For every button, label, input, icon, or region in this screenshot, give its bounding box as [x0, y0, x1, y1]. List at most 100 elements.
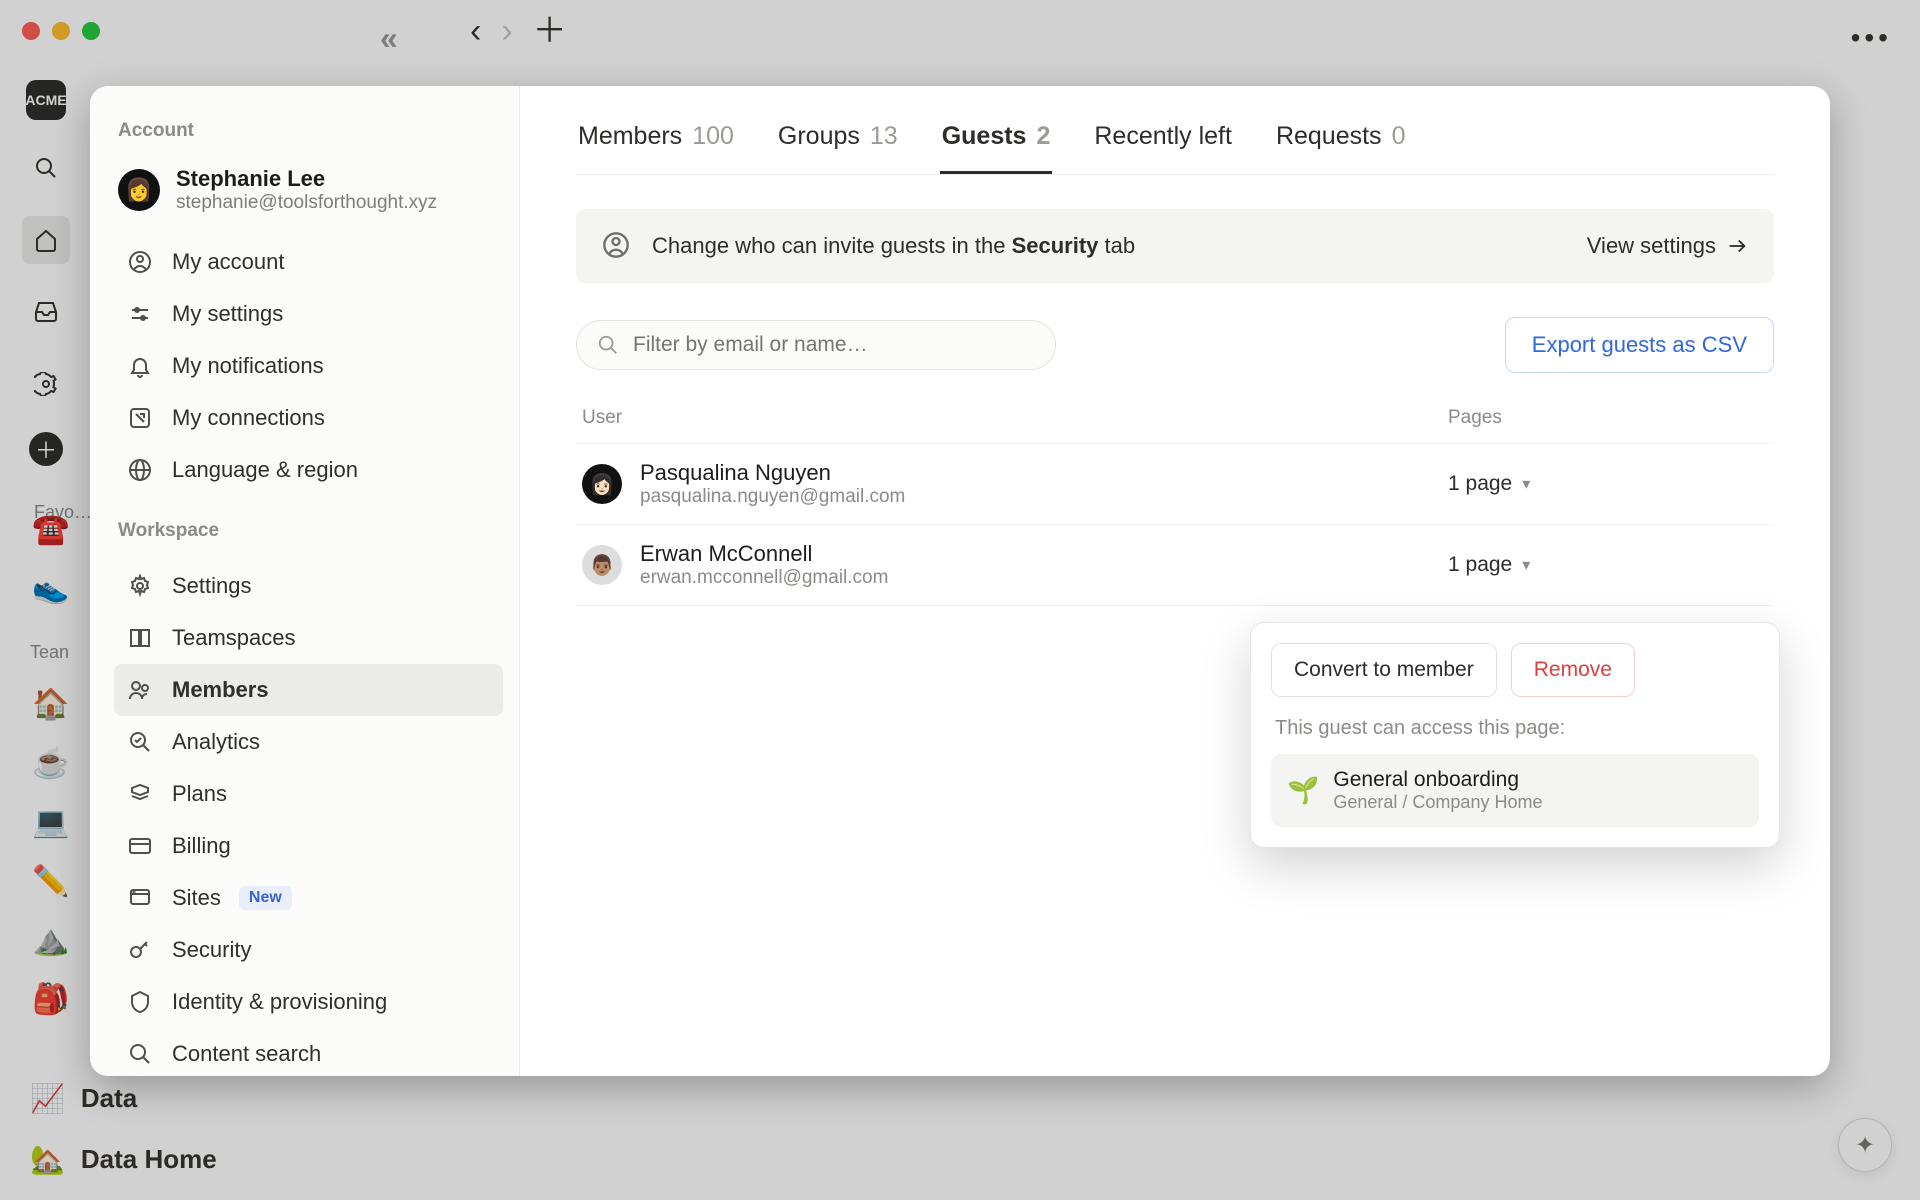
sidebar-item-plans[interactable]: Plans [114, 768, 503, 820]
col-user-header: User [582, 407, 1448, 429]
callout-prefix: Change who can invite guests in the [652, 233, 1012, 258]
callout-bold: Security [1012, 233, 1099, 258]
export-csv-button[interactable]: Export guests as CSV [1505, 317, 1774, 373]
tab-label: Recently left [1094, 122, 1232, 151]
guest-pages-label: 1 page [1448, 472, 1512, 496]
guest-search-field[interactable] [576, 320, 1056, 370]
teamspaces-icon [126, 624, 154, 652]
sidebar-item-security[interactable]: Security [114, 924, 503, 976]
settings-modal: Account 👩 Stephanie Lee stephanie@toolsf… [90, 86, 1830, 1076]
sidebar-item-label: Billing [172, 833, 231, 859]
guest-row: 👩🏻 Pasqualina Nguyenpasqualina.nguyen@gma… [576, 443, 1774, 524]
sidebar-item-label: Content search [172, 1041, 321, 1067]
my-connections-icon [126, 404, 154, 432]
sidebar-item-label: My connections [172, 405, 325, 431]
profile-email: stephanie@toolsforthought.xyz [176, 192, 437, 214]
sidebar-item-settings[interactable]: Settings [114, 560, 503, 612]
plans-icon [126, 780, 154, 808]
my-settings-icon [126, 300, 154, 328]
sidebar-item-billing[interactable]: Billing [114, 820, 503, 872]
sidebar-item-label: Teamspaces [172, 625, 296, 651]
sidebar-item-label: Members [172, 677, 269, 703]
tab-members[interactable]: Members100 [576, 122, 736, 174]
view-settings-link[interactable]: View settings [1587, 233, 1748, 259]
sidebar-item-label: Plans [172, 781, 227, 807]
tab-label: Guests [942, 122, 1027, 151]
guest-email: pasqualina.nguyen@gmail.com [640, 486, 905, 508]
page-emoji-icon: 🌱 [1287, 775, 1319, 806]
security-icon [126, 936, 154, 964]
sidebar-item-content-search[interactable]: Content search [114, 1028, 503, 1076]
sites-icon [126, 884, 154, 912]
sidebar-item-language-region[interactable]: Language & region [114, 444, 503, 496]
guest-email: erwan.mcconnell@gmail.com [640, 567, 888, 589]
filter-row: Export guests as CSV [576, 317, 1774, 373]
settings-icon [126, 572, 154, 600]
tab-groups[interactable]: Groups 13 [776, 122, 900, 174]
identity-icon [126, 988, 154, 1016]
sidebar-item-my-connections[interactable]: My connections [114, 392, 503, 444]
profile-block[interactable]: 👩 Stephanie Lee stephanie@toolsforthough… [114, 160, 503, 236]
sidebar-item-label: My notifications [172, 353, 324, 379]
members-tabs: Members100 Groups 13 Guests2 Recently left Re… [576, 122, 1774, 175]
person-circle-icon [602, 231, 632, 261]
sidebar-item-my-account[interactable]: My account [114, 236, 503, 288]
user-avatar-icon: 👩 [118, 169, 160, 211]
language-region-icon [126, 456, 154, 484]
page-title: General onboarding [1333, 768, 1542, 792]
convert-to-member-button[interactable]: Convert to member [1271, 643, 1497, 697]
sidebar-item-teamspaces[interactable]: Teamspaces [114, 612, 503, 664]
guest-pages-dropdown[interactable]: 1 page▾ [1448, 472, 1768, 496]
sidebar-item-identity[interactable]: Identity & provisioning [114, 976, 503, 1028]
guest-name: Pasqualina Nguyen [640, 460, 905, 486]
tab-label: Members [578, 122, 682, 151]
guest-table-header: User Pages [576, 407, 1774, 443]
view-settings-label: View settings [1587, 233, 1716, 259]
guest-pages-label: 1 page [1448, 553, 1512, 577]
guest-search-input[interactable] [633, 333, 1035, 357]
tab-recently-left[interactable]: Recently left [1092, 122, 1234, 174]
guest-user-cell: 👩🏻 Pasqualina Nguyenpasqualina.nguyen@gma… [582, 460, 1448, 508]
guest-row: 👨🏽 Erwan McConnellerwan.mcconnell@gmail.c… [576, 524, 1774, 606]
sidebar-item-label: Analytics [172, 729, 260, 755]
sidebar-item-label: My account [172, 249, 285, 275]
sidebar-item-my-settings[interactable]: My settings [114, 288, 503, 340]
billing-icon [126, 832, 154, 860]
accessible-page-card[interactable]: 🌱 General onboarding General / Company H… [1271, 754, 1759, 827]
sidebar-item-members[interactable]: Members [114, 664, 503, 716]
sidebar-item-analytics[interactable]: Analytics [114, 716, 503, 768]
guest-avatar-icon: 👩🏻 [582, 464, 622, 504]
my-account-icon [126, 248, 154, 276]
page-breadcrumb: General / Company Home [1333, 792, 1542, 813]
sidebar-item-my-notifications[interactable]: My notifications [114, 340, 503, 392]
tab-guests[interactable]: Guests2 [940, 122, 1053, 174]
sidebar-item-label: Security [172, 937, 251, 963]
search-icon [597, 334, 619, 356]
my-notifications-icon [126, 352, 154, 380]
tab-count: 0 [1392, 122, 1406, 151]
callout-text: Change who can invite guests in the Secu… [652, 233, 1135, 259]
settings-sidebar: Account 👩 Stephanie Lee stephanie@toolsf… [90, 86, 520, 1076]
tab-requests[interactable]: Requests0 [1274, 122, 1408, 174]
tab-count: 13 [870, 122, 898, 151]
remove-guest-button[interactable]: Remove [1511, 643, 1635, 697]
sidebar-item-label: Settings [172, 573, 252, 599]
guest-pages-dropdown[interactable]: 1 page ▾ [1448, 553, 1768, 577]
new-badge: New [239, 886, 292, 910]
sidebar-item-label: Identity & provisioning [172, 989, 387, 1015]
settings-main: Members100 Groups 13 Guests2 Recently left Re… [520, 86, 1830, 1076]
security-callout: Change who can invite guests in the Secu… [576, 209, 1774, 283]
callout-suffix: tab [1098, 233, 1135, 258]
guest-user-cell: 👨🏽 Erwan McConnellerwan.mcconnell@gmail.c… [582, 541, 1448, 589]
guest-avatar-icon: 👨🏽 [582, 545, 622, 585]
tab-label: Groups [778, 122, 860, 151]
col-pages-header: Pages [1448, 407, 1768, 429]
sidebar-item-label: My settings [172, 301, 283, 327]
chevron-down-icon: ▾ [1522, 555, 1530, 575]
sidebar-section-account: Account [118, 120, 499, 142]
guest-pages-popover: Convert to member Remove This guest can … [1250, 622, 1780, 848]
sidebar-item-sites[interactable]: SitesNew [114, 872, 503, 924]
guest-name: Erwan McConnell [640, 541, 888, 567]
profile-name: Stephanie Lee [176, 166, 437, 192]
content-search-icon [126, 1040, 154, 1068]
